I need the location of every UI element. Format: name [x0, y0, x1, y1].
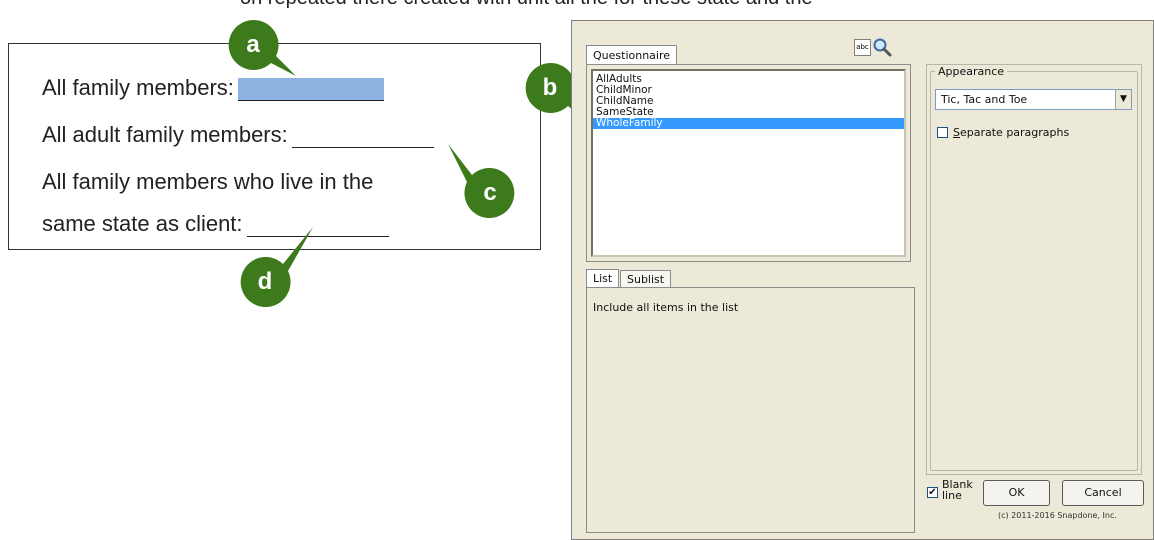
doc-line-1-label: All family members:: [42, 75, 234, 100]
blank-field-same-state[interactable]: [246, 214, 389, 237]
callout-a: a: [226, 18, 296, 76]
callout-d-letter: d: [257, 268, 273, 295]
chevron-down-icon[interactable]: ▼: [1115, 90, 1131, 109]
callout-c: c: [448, 144, 517, 220]
doc-line-4: same state as client:: [42, 211, 389, 237]
separate-paragraphs-checkbox[interactable]: [937, 127, 948, 138]
doc-line-1: All family members:: [42, 75, 384, 101]
separate-paragraphs-label: Separate paragraphs: [953, 126, 1070, 139]
tab-list[interactable]: List: [586, 269, 620, 287]
highlighted-blank-field[interactable]: [237, 78, 384, 101]
callout-d: d: [238, 227, 313, 309]
callout-b: b: [523, 61, 593, 128]
ok-button[interactable]: OK: [983, 480, 1050, 506]
list-dialog: Questionnaire abc AllAdults ChildMinor Chi…: [571, 20, 1154, 540]
doc-line-2: All adult family members:: [42, 122, 434, 148]
doc-line-3-label: All family members who live in the: [42, 169, 374, 194]
callout-a-letter: a: [246, 31, 260, 58]
list-item[interactable]: WholeFamily: [593, 118, 904, 129]
appearance-select[interactable]: Tic, Tac and Toe ▼: [935, 89, 1132, 110]
callout-b-letter: b: [542, 74, 558, 101]
doc-line-2-label: All adult family members:: [42, 122, 288, 147]
search-icon[interactable]: [872, 37, 892, 57]
list-options-panel: Include all items in the list: [586, 287, 915, 533]
blank-field-adults[interactable]: [291, 125, 434, 148]
blank-line-label: Blank line: [942, 478, 973, 502]
doc-line-3: All family members who live in the: [42, 169, 373, 195]
callout-c-letter: c: [483, 179, 497, 206]
abc-button[interactable]: abc: [854, 39, 871, 56]
cancel-button[interactable]: Cancel: [1062, 480, 1144, 506]
separate-paragraphs-text: eparate paragraphs: [959, 126, 1070, 139]
doc-line-4-label: same state as client:: [42, 211, 243, 236]
tab-sublist[interactable]: Sublist: [620, 270, 672, 288]
appearance-select-value: Tic, Tac and Toe: [941, 93, 1028, 106]
top-partial-text: on repeated there created with unit all …: [240, 0, 813, 10]
tab-questionnaire[interactable]: Questionnaire: [586, 45, 678, 65]
copyright-text: (c) 2011-2016 Snapdone, Inc.: [998, 511, 1117, 520]
questionnaire-panel: AllAdults ChildMinor ChildName SameState Who…: [586, 64, 911, 262]
variable-list[interactable]: AllAdults ChildMinor ChildName SameState Who…: [591, 69, 906, 257]
list-description: Include all items in the list: [593, 301, 739, 314]
appearance-label: Appearance: [935, 65, 1008, 78]
blank-line-checkbox[interactable]: ✔: [927, 487, 938, 498]
document-preview: All family members: All adult family mem…: [8, 43, 541, 250]
